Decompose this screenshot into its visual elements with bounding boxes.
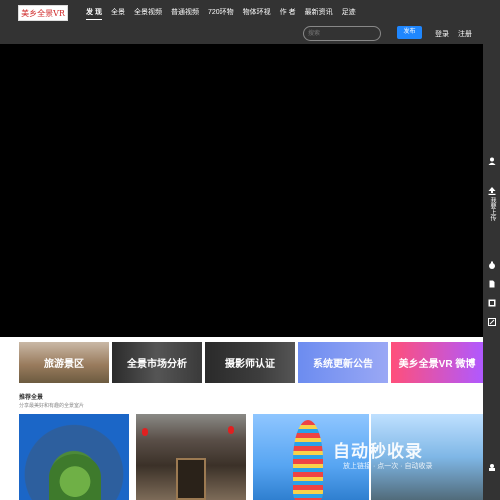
nav-item-panorama-video[interactable]: 全景视频 xyxy=(134,8,162,20)
site-logo[interactable]: 美乡全景VR xyxy=(18,5,68,21)
user-icon xyxy=(487,156,496,165)
nav-item-discover[interactable]: 发 现 xyxy=(86,8,102,20)
wallet-button[interactable] xyxy=(483,260,500,269)
section-subtitle: 分享最美好和有趣的全景室片 xyxy=(19,403,85,409)
banner-photographer-cert[interactable]: 摄影师认证 xyxy=(205,342,295,383)
right-sidebar: 我要上传 xyxy=(483,44,500,500)
banner-weibo[interactable]: 美乡全景VR 微博 xyxy=(391,342,483,383)
nav-item-panorama[interactable]: 全景 xyxy=(111,8,125,20)
edit-button[interactable] xyxy=(483,317,500,326)
banner-system-update[interactable]: 系统更新公告 xyxy=(298,342,388,383)
logo-text: 美乡全景VR xyxy=(21,8,65,18)
video-player[interactable] xyxy=(0,44,483,337)
service-button[interactable] xyxy=(483,462,500,471)
edit-icon xyxy=(487,317,496,326)
login-link[interactable]: 登录 xyxy=(435,29,449,39)
panorama-thumb[interactable] xyxy=(136,414,246,500)
main-nav: 发 现 全景 全景视频 普通视频 720环物 物体环视 作 者 最新资讯 足迹 xyxy=(86,8,365,20)
upload-label: 我要上传 xyxy=(489,197,495,221)
lantern-image xyxy=(228,426,234,434)
top-navbar: 美乡全景VR 发 现 全景 全景视频 普通视频 720环物 物体环视 作 者 最… xyxy=(0,0,500,44)
banner-row: 旅游景区 全景市场分析 摄影师认证 系统更新公告 美乡全景VR 微博 xyxy=(19,342,483,383)
banner-weibo-label: 美乡全景VR 微博 xyxy=(398,359,476,370)
nav-item-footprint[interactable]: 足迹 xyxy=(342,8,356,20)
banner-market-analysis[interactable]: 全景市场分析 xyxy=(112,342,202,383)
register-link[interactable]: 注册 xyxy=(458,29,472,39)
banner-tourism-label: 旅游景区 xyxy=(44,359,84,370)
document-button[interactable] xyxy=(483,279,500,288)
banner-photographer-cert-label: 摄影师认证 xyxy=(225,359,275,370)
upload-icon xyxy=(487,186,496,195)
lantern-image xyxy=(142,428,148,436)
section-title: 推荐全景 xyxy=(19,395,44,401)
banner-system-update-label: 系统更新公告 xyxy=(313,359,373,370)
banner-market-analysis-label: 全景市场分析 xyxy=(127,359,187,370)
search-input[interactable] xyxy=(303,26,381,41)
nav-item-normal-video[interactable]: 普通视频 xyxy=(171,8,199,20)
watermark: 自动秒收录 放上链接 · 点一次 · 自动收录 xyxy=(333,437,483,479)
panorama-thumb[interactable] xyxy=(19,414,129,500)
user-button[interactable] xyxy=(483,156,500,165)
nav-item-object-view[interactable]: 物体环视 xyxy=(243,8,271,20)
film-button[interactable] xyxy=(483,298,500,307)
tiny-planet-image xyxy=(49,454,101,500)
money-bag-icon xyxy=(487,260,496,269)
nav-item-news[interactable]: 最新资讯 xyxy=(305,8,333,20)
gate-image xyxy=(176,458,206,500)
watermark-main: 自动秒收录 xyxy=(333,442,423,461)
publish-button[interactable]: 发布 xyxy=(397,26,422,39)
document-icon xyxy=(487,279,496,288)
upload-button[interactable]: 我要上传 xyxy=(483,186,500,221)
nav-item-authors[interactable]: 作 者 xyxy=(280,8,296,20)
watermark-sub: 放上链接 · 点一次 · 自动收录 xyxy=(343,463,433,470)
tower-image xyxy=(293,420,323,500)
film-icon xyxy=(487,298,496,307)
nav-item-720-object[interactable]: 720环物 xyxy=(208,8,234,20)
banner-tourism[interactable]: 旅游景区 xyxy=(19,342,109,383)
headset-icon xyxy=(487,462,496,471)
